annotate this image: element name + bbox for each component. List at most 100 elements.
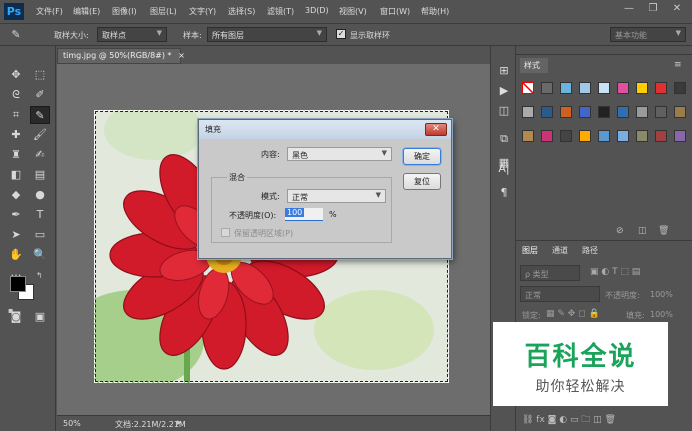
dialog-titlebar[interactable]: 填充 <box>199 120 451 139</box>
menu-image[interactable]: 图像(I) <box>112 6 137 17</box>
style-swatch[interactable] <box>560 130 572 142</box>
eyedropper-preset-icon[interactable]: ✎ <box>6 26 26 44</box>
style-swatch[interactable] <box>522 130 534 142</box>
swap-colors-icon[interactable]: ↰ <box>36 271 43 280</box>
screen-mode-icon[interactable]: ▣ <box>30 308 50 326</box>
style-swatch[interactable] <box>560 106 572 118</box>
ok-button[interactable]: 确定 <box>403 148 441 165</box>
dodge-tool-icon[interactable]: ● <box>30 186 50 204</box>
blur-tool-icon[interactable]: ◆ <box>6 186 26 204</box>
opacity-input[interactable]: 100 <box>285 208 323 221</box>
preserve-transparency-checkbox[interactable] <box>221 228 230 237</box>
style-swatch[interactable] <box>674 82 686 94</box>
style-swatch[interactable] <box>617 130 629 142</box>
type-tool-icon[interactable]: T <box>30 206 50 224</box>
healing-brush-tool-icon[interactable]: ✚ <box>6 126 26 144</box>
quick-mask-icon[interactable]: ◙ <box>6 308 26 326</box>
style-swatch[interactable] <box>655 106 667 118</box>
zoom-level[interactable]: 50% <box>63 419 81 428</box>
clone-stamp-tool-icon[interactable]: ♜ <box>6 146 26 164</box>
style-swatch[interactable] <box>598 106 610 118</box>
menu-select[interactable]: 选择(S) <box>228 6 255 17</box>
style-swatch[interactable] <box>617 106 629 118</box>
style-swatch[interactable] <box>560 82 572 94</box>
document-tab[interactable]: timg.jpg @ 50%(RGB/8#) * × <box>57 48 185 64</box>
menu-type[interactable]: 文字(Y) <box>189 6 216 17</box>
hand-tool-icon[interactable]: ✋ <box>6 246 26 264</box>
history-panel-icon[interactable]: ⊞ <box>495 62 513 80</box>
style-swatch[interactable] <box>541 106 553 118</box>
lock-icons[interactable]: ▦ ✎ ✥ ◻ 🔒 <box>546 309 600 319</box>
sample-select[interactable]: 所有图层 ▼ <box>207 27 327 42</box>
style-swatch[interactable] <box>655 82 667 94</box>
adjust-panel-icon[interactable]: ◫ <box>495 102 513 120</box>
style-swatch[interactable] <box>674 130 686 142</box>
style-swatch[interactable] <box>522 82 534 94</box>
blend-mode-select[interactable]: 正常 <box>520 286 600 302</box>
expand-right-icon[interactable]: ▸ <box>177 418 182 428</box>
restore-button[interactable]: ❐ <box>642 0 664 18</box>
dialog-close-button[interactable]: ✕ <box>425 123 447 136</box>
tab-paths[interactable]: 路径 <box>582 245 598 256</box>
clear-style-icon[interactable]: ⊘ <box>616 226 624 236</box>
layers-opacity-value[interactable]: 100% <box>650 290 673 299</box>
eyedropper-tool-icon[interactable]: ✎ <box>30 106 50 124</box>
lasso-tool-icon[interactable]: ᘓ <box>6 86 26 104</box>
fill-value[interactable]: 100% <box>650 310 673 319</box>
style-swatch[interactable] <box>598 82 610 94</box>
minimize-button[interactable]: — <box>618 0 640 18</box>
paragraph-panel-icon[interactable]: ¶ <box>495 184 513 202</box>
eraser-tool-icon[interactable]: ◧ <box>6 166 26 184</box>
info-panel-icon[interactable]: ⧉ <box>495 130 513 148</box>
menu-filter[interactable]: 滤镜(T) <box>267 6 294 17</box>
menu-view[interactable]: 视图(V) <box>339 6 367 17</box>
menu-edit[interactable]: 编辑(E) <box>73 6 100 17</box>
content-select[interactable]: 黑色 ▼ <box>287 147 392 161</box>
marquee-tool-icon[interactable]: ⬚ <box>30 66 50 84</box>
tab-layers[interactable]: 图层 <box>522 245 538 256</box>
panel-menu-icon[interactable]: ≡ <box>674 60 682 70</box>
pen-tool-icon[interactable]: ✒ <box>6 206 26 224</box>
zoom-tool-icon[interactable]: 🔍 <box>30 246 50 264</box>
style-swatch[interactable] <box>617 82 629 94</box>
style-swatch[interactable] <box>655 130 667 142</box>
sample-size-select[interactable]: 取样点 ▼ <box>97 27 167 42</box>
menu-window[interactable]: 窗口(W) <box>380 6 410 17</box>
style-swatch[interactable] <box>579 130 591 142</box>
path-select-tool-icon[interactable]: ➤ <box>6 226 26 244</box>
workspace-select[interactable]: 基本功能 ▼ <box>610 27 686 42</box>
gradient-tool-icon[interactable]: ▤ <box>30 166 50 184</box>
filter-icons[interactable]: ▣ ◐ T ⬚ ▤ <box>590 267 640 277</box>
style-swatch[interactable] <box>579 82 591 94</box>
close-tab-icon[interactable]: × <box>178 51 185 60</box>
layer-kind-filter[interactable]: ρ 类型 <box>520 265 580 281</box>
layer-footer-icons[interactable]: ⛓ fx ◙ ◐ ▭ 🗀 ◫ 🗑 <box>522 412 616 428</box>
actions-play-icon[interactable]: ▶ <box>495 82 513 100</box>
tab-channels[interactable]: 通道 <box>552 245 568 256</box>
style-swatch[interactable] <box>579 106 591 118</box>
close-window-button[interactable]: ✕ <box>666 0 688 18</box>
move-tool-icon[interactable]: ✥ <box>6 66 26 84</box>
styles-tab[interactable]: 样式 <box>520 58 548 73</box>
character-panel-icon[interactable]: A| <box>495 160 513 178</box>
new-style-icon[interactable]: ◫ <box>638 226 647 236</box>
style-swatch[interactable] <box>674 106 686 118</box>
menu-layer[interactable]: 图层(L) <box>150 6 177 17</box>
foreground-color-swatch[interactable] <box>10 276 26 292</box>
style-swatch[interactable] <box>598 130 610 142</box>
menu-file[interactable]: 文件(F) <box>36 6 63 17</box>
menu-help[interactable]: 帮助(H) <box>421 6 449 17</box>
style-swatch[interactable] <box>541 82 553 94</box>
mode-select[interactable]: 正常 ▼ <box>287 189 386 203</box>
reset-button[interactable]: 复位 <box>403 173 441 190</box>
quick-select-tool-icon[interactable]: ✐ <box>30 86 50 104</box>
brush-tool-icon[interactable]: 🖌 <box>30 126 50 144</box>
style-swatch[interactable] <box>636 106 648 118</box>
style-swatch[interactable] <box>636 130 648 142</box>
trash-icon[interactable]: 🗑 <box>658 226 669 236</box>
history-brush-tool-icon[interactable]: ✍ <box>30 146 50 164</box>
rectangle-tool-icon[interactable]: ▭ <box>30 226 50 244</box>
crop-tool-icon[interactable]: ⌗ <box>6 106 26 124</box>
style-swatch[interactable] <box>541 130 553 142</box>
style-swatch[interactable] <box>636 82 648 94</box>
